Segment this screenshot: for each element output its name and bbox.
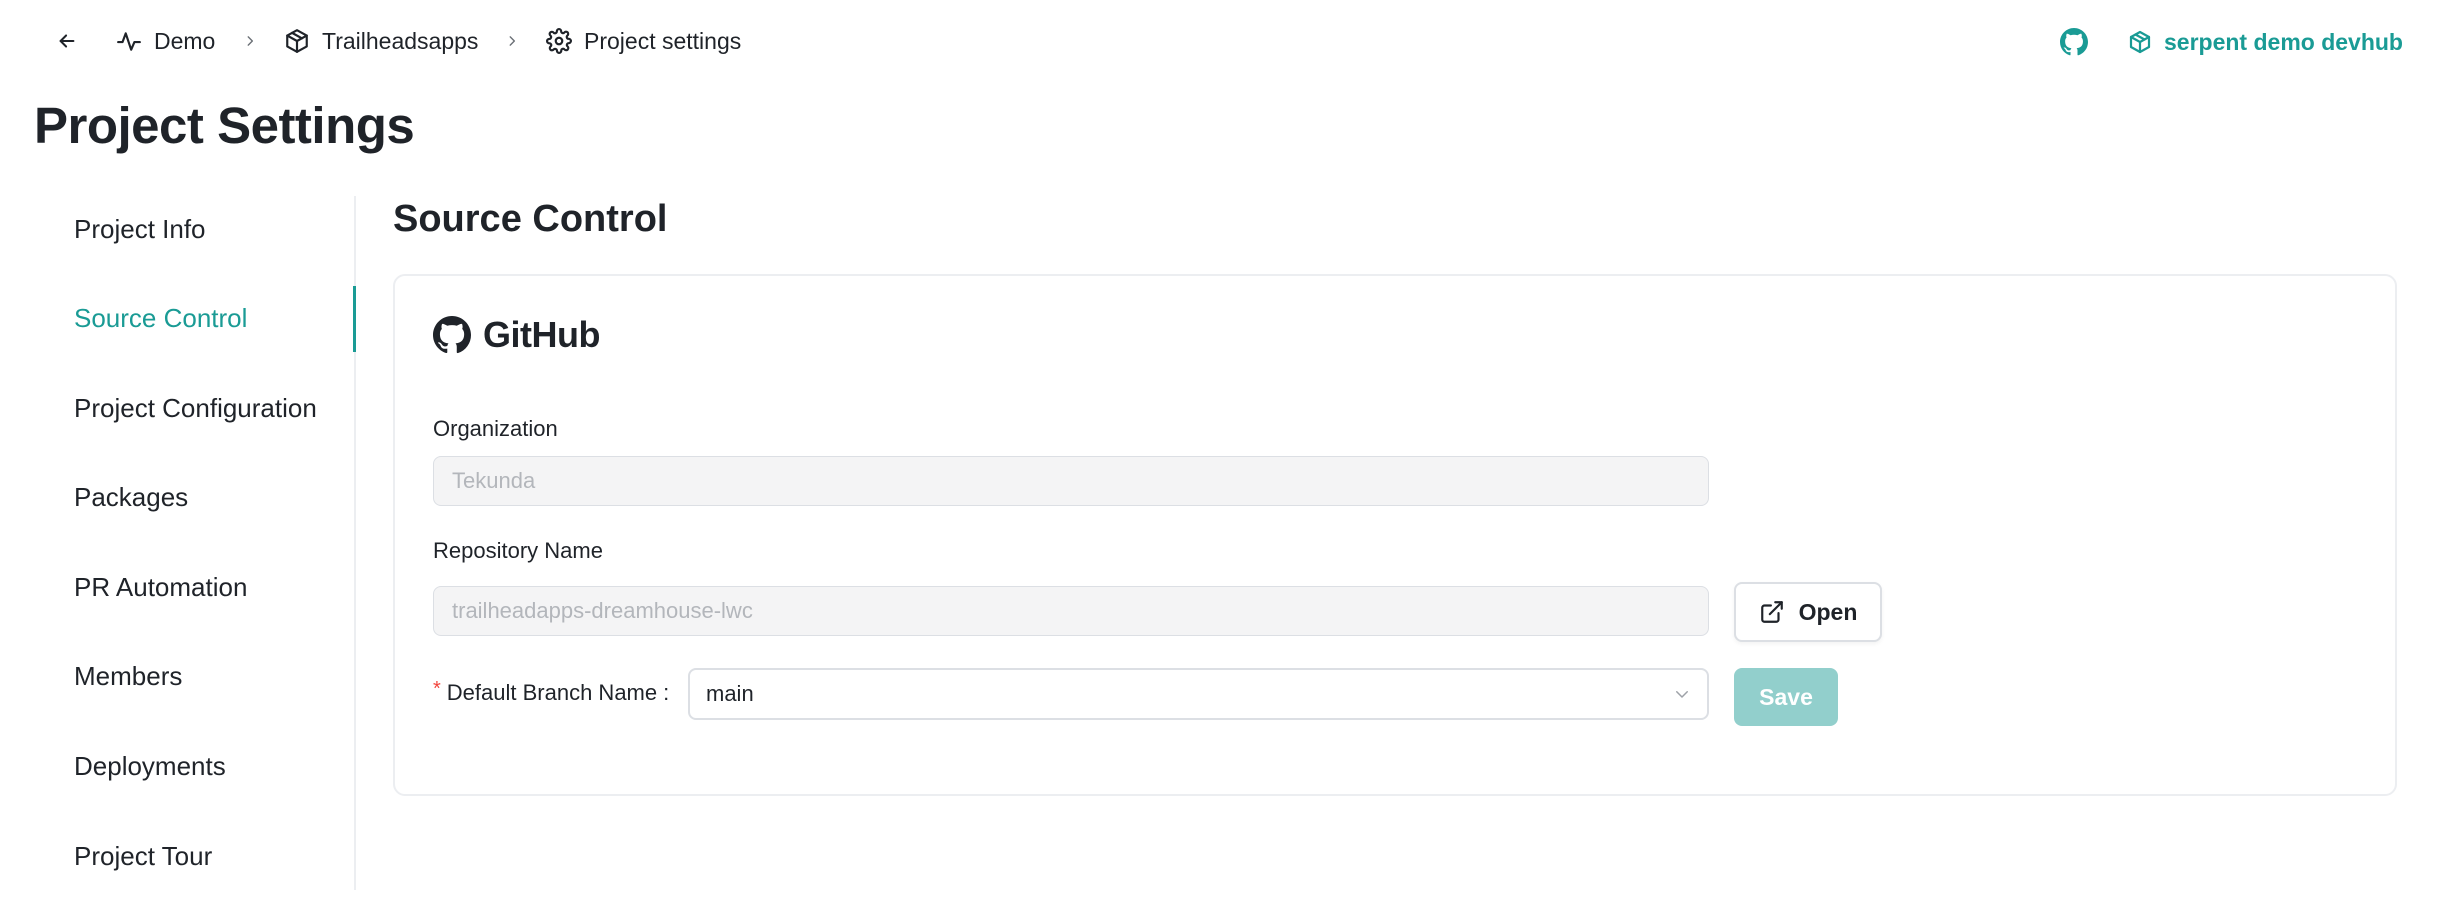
section-title: Source Control [393, 198, 668, 240]
back-button[interactable] [52, 26, 82, 56]
default-branch-value: main [706, 681, 754, 706]
external-link-icon [1760, 601, 1783, 623]
active-indicator [353, 286, 356, 352]
sidebar-item-source-control[interactable]: Source Control [74, 298, 247, 338]
breadcrumb-label: Trailheadsapps [322, 27, 479, 54]
breadcrumb-trailheadsapps[interactable]: Trailheadsapps [284, 24, 478, 58]
org-name: serpent demo devhub [2164, 28, 2403, 55]
source-control-card: GitHub Organization Tekunda Repository N… [393, 274, 2397, 796]
required-mark: * [433, 677, 441, 700]
settings-sidebar: Project Info Source Control Project Conf… [0, 196, 356, 890]
package-icon [2129, 30, 2151, 54]
activity-icon [117, 32, 141, 51]
repository-name-field: trailheadapps-dreamhouse-lwc [433, 586, 1709, 636]
default-branch-label: * Default Branch Name : [433, 668, 669, 718]
breadcrumb-label: Project settings [584, 27, 742, 54]
github-icon [433, 316, 471, 354]
provider-heading: GitHub [433, 314, 600, 356]
sidebar-item-project-tour[interactable]: Project Tour [74, 836, 212, 876]
page-title: Project Settings [34, 97, 415, 154]
save-button[interactable]: Save [1734, 668, 1838, 726]
github-icon [2060, 28, 2088, 56]
repository-name-label: Repository Name [433, 538, 603, 563]
organization-label: Organization [433, 416, 558, 441]
open-label: Open [1798, 598, 1858, 625]
sidebar-item-project-info[interactable]: Project Info [74, 209, 206, 249]
github-link[interactable] [2060, 24, 2088, 60]
chevron-down-icon [1676, 691, 1688, 698]
breadcrumb-label: Demo [154, 27, 216, 54]
open-repository-button[interactable]: Open [1734, 582, 1882, 642]
provider-name: GitHub [483, 314, 600, 355]
organization-field: Tekunda [433, 456, 1709, 506]
default-branch-select[interactable]: main [688, 668, 1709, 720]
chevron-right-icon [240, 26, 260, 56]
top-bar: Demo Trailheadsapps Project settings ser… [0, 0, 2440, 84]
sidebar-item-deployments[interactable]: Deployments [74, 746, 226, 786]
label-colon: : [663, 680, 670, 705]
gear-icon [546, 28, 572, 54]
chevron-right-icon [502, 26, 522, 56]
sidebar-item-packages[interactable]: Packages [74, 477, 188, 517]
sidebar-item-project-configuration[interactable]: Project Configuration [74, 388, 317, 428]
arrow-left-icon [59, 34, 75, 48]
package-icon [286, 29, 308, 53]
breadcrumb-project-settings[interactable]: Project settings [546, 24, 741, 58]
breadcrumb-demo[interactable]: Demo [116, 24, 215, 58]
sidebar-item-members[interactable]: Members [74, 656, 182, 696]
org-switcher[interactable]: serpent demo devhub [2128, 24, 2403, 60]
default-branch-label-text: Default Branch Name [446, 680, 658, 705]
sidebar-item-pr-automation[interactable]: PR Automation [74, 567, 247, 607]
